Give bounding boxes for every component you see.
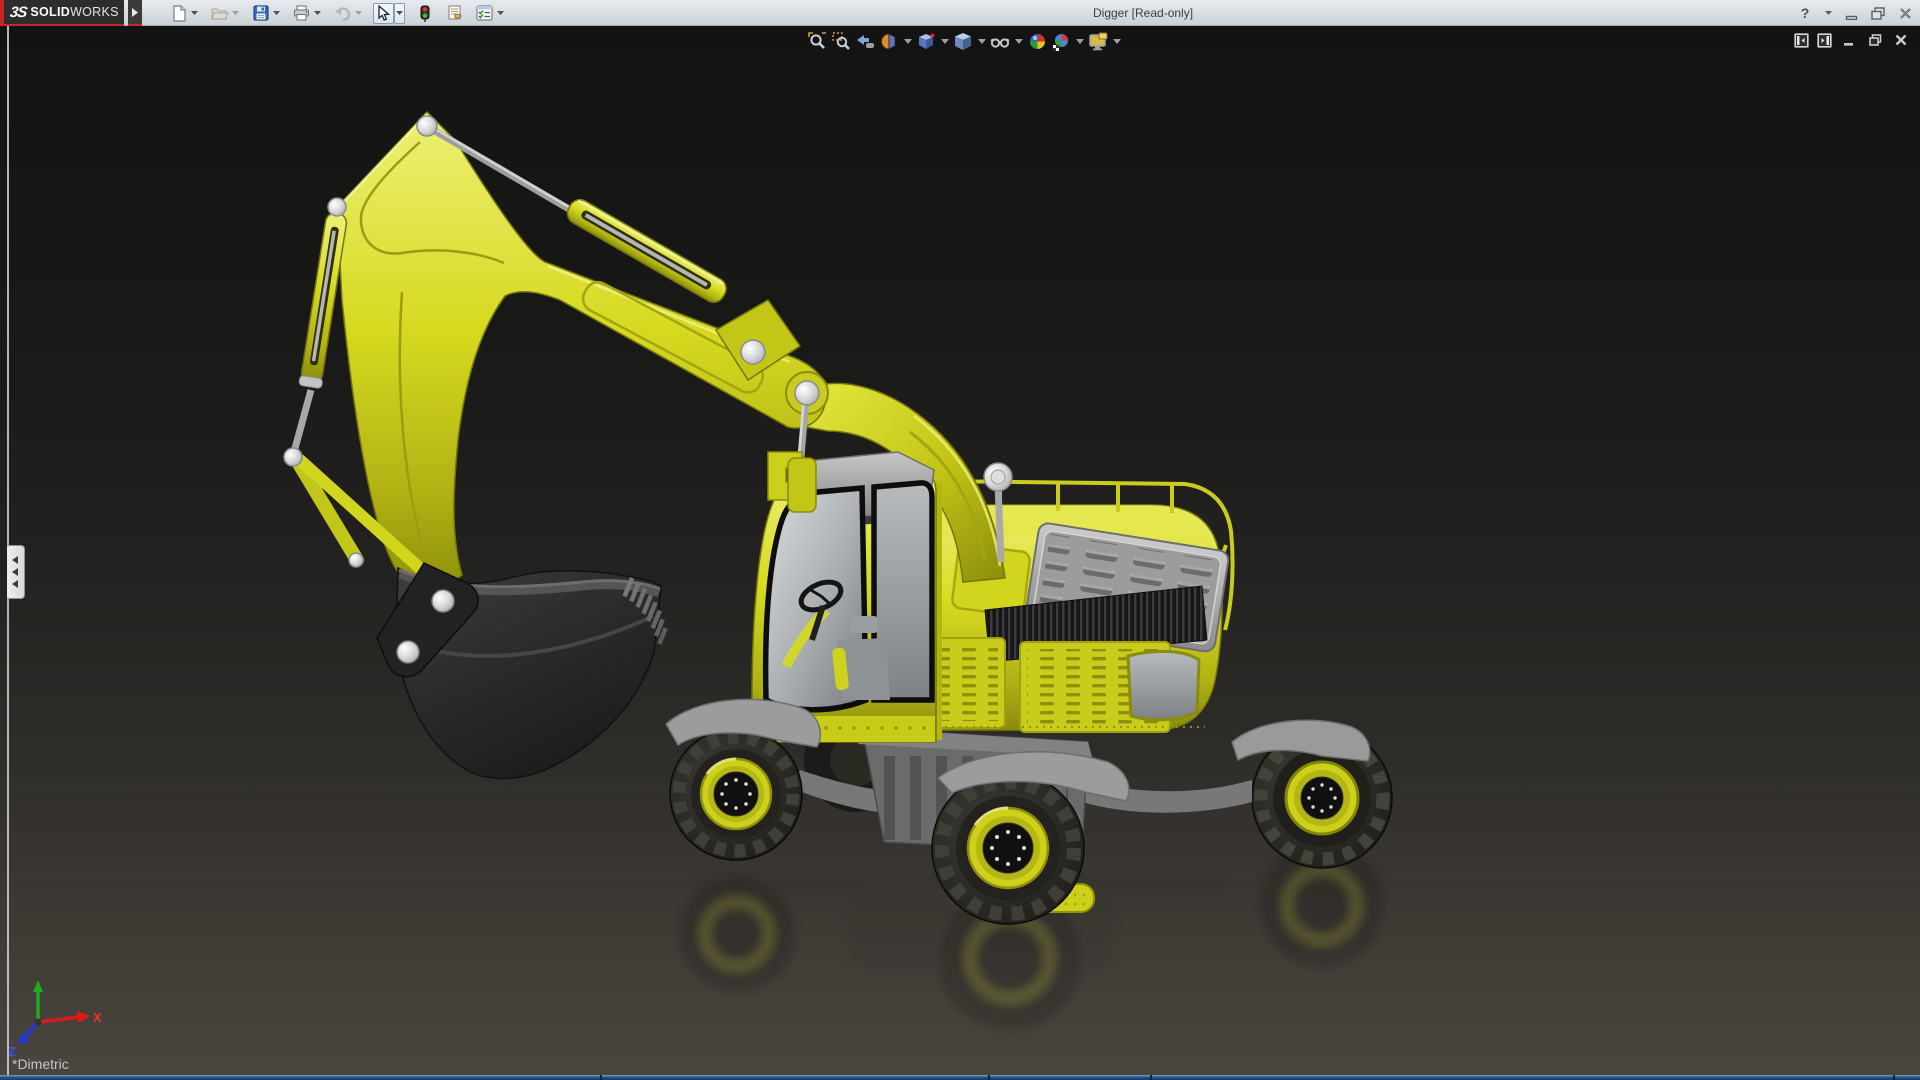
- view-settings-dropdown[interactable]: [1111, 30, 1122, 52]
- window-controls: ?: [1796, 0, 1914, 26]
- orientation-triad: X Z: [8, 980, 102, 1059]
- triad-x-label: X: [93, 1010, 102, 1025]
- hide-show-items-icon[interactable]: [989, 30, 1011, 52]
- front-right-wheel: [931, 771, 1085, 925]
- help-question-glyph: ?: [1800, 5, 1810, 21]
- view-orientation-dropdown[interactable]: [939, 30, 950, 52]
- taskbar-divider: [1150, 1075, 1152, 1080]
- hide-show-items-dropdown[interactable]: [1013, 30, 1024, 52]
- doc-restore-button[interactable]: [1866, 30, 1884, 50]
- taskbar-divider: [988, 1075, 990, 1080]
- options-button[interactable]: [474, 3, 495, 24]
- pane-left-toggle-icon[interactable]: [1794, 32, 1809, 48]
- solidworks-logo: 3S SOLID WORKS: [0, 0, 124, 26]
- os-taskbar-sliver[interactable]: [0, 1075, 1920, 1080]
- open-dropdown[interactable]: [230, 3, 241, 24]
- body-rear-window: [1126, 649, 1201, 722]
- display-style-icon[interactable]: [952, 30, 974, 52]
- brand-name-bold: SOLID: [30, 5, 71, 19]
- help-button[interactable]: ?: [1796, 3, 1814, 23]
- menu-expand-arrow[interactable]: [128, 0, 142, 26]
- display-style-dropdown[interactable]: [976, 30, 987, 52]
- main-toolbar: [168, 0, 515, 26]
- section-view-icon[interactable]: [878, 30, 900, 52]
- print-button[interactable]: [291, 3, 312, 24]
- previous-view-icon[interactable]: [854, 30, 876, 52]
- brand-name-light: WORKS: [70, 5, 119, 19]
- taskbar-divider: [600, 1075, 602, 1080]
- print-dropdown[interactable]: [312, 3, 323, 24]
- edit-appearance-icon[interactable]: [1026, 30, 1048, 52]
- section-view-dropdown[interactable]: [902, 30, 913, 52]
- collapse-arrow-icon: [12, 580, 18, 588]
- undo-button[interactable]: [332, 3, 353, 24]
- open-button[interactable]: [209, 3, 230, 24]
- bucket: [376, 562, 668, 780]
- title-bar: 3S SOLID WORKS Digger [Read-only] ?: [0, 0, 1920, 26]
- undo-dropdown[interactable]: [353, 3, 364, 24]
- feature-panel-expander-tab[interactable]: [7, 545, 25, 599]
- restore-button[interactable]: [1869, 3, 1887, 23]
- logo-glyph: 3S: [8, 3, 28, 21]
- select-tool-button[interactable]: [373, 2, 394, 24]
- new-document-dropdown[interactable]: [189, 3, 200, 24]
- zoom-to-area-icon[interactable]: [830, 30, 852, 52]
- pane-right-toggle-icon[interactable]: [1817, 32, 1832, 48]
- front-left-wheel: [669, 727, 803, 861]
- help-dropdown[interactable]: [1823, 3, 1833, 23]
- heads-up-view-toolbar: [806, 29, 1122, 53]
- solidworks-window: X Z *Dimetric 3S SOLID WORKS Digger [Rea…: [0, 0, 1920, 1080]
- excavator-model[interactable]: X Z: [0, 0, 1920, 1080]
- document-window-controls: [1794, 30, 1910, 50]
- view-orientation-icon[interactable]: [915, 30, 937, 52]
- view-orientation-label: *Dimetric: [12, 1056, 69, 1072]
- window-title: Digger [Read-only]: [1093, 6, 1194, 20]
- save-button[interactable]: [250, 3, 271, 24]
- apply-scene-icon[interactable]: [1050, 30, 1072, 52]
- doc-close-button[interactable]: [1892, 30, 1910, 50]
- apply-scene-dropdown[interactable]: [1074, 30, 1085, 52]
- options-dropdown[interactable]: [495, 3, 506, 24]
- collapse-arrow-icon: [12, 556, 18, 564]
- minimize-button[interactable]: [1842, 3, 1860, 23]
- save-dropdown[interactable]: [271, 3, 282, 24]
- close-button[interactable]: [1896, 3, 1914, 23]
- taskbar-divider: [1893, 1075, 1895, 1080]
- zoom-to-fit-icon[interactable]: [806, 30, 828, 52]
- rebuild-button[interactable]: [414, 3, 435, 24]
- collapse-arrow-icon: [12, 568, 18, 576]
- select-tool-dropdown[interactable]: [394, 2, 405, 24]
- graphics-viewport[interactable]: X Z *Dimetric: [0, 26, 1920, 1075]
- view-settings-icon[interactable]: [1087, 30, 1109, 52]
- doc-minimize-button[interactable]: [1840, 30, 1858, 50]
- file-properties-button[interactable]: [444, 3, 465, 24]
- new-document-button[interactable]: [168, 3, 189, 24]
